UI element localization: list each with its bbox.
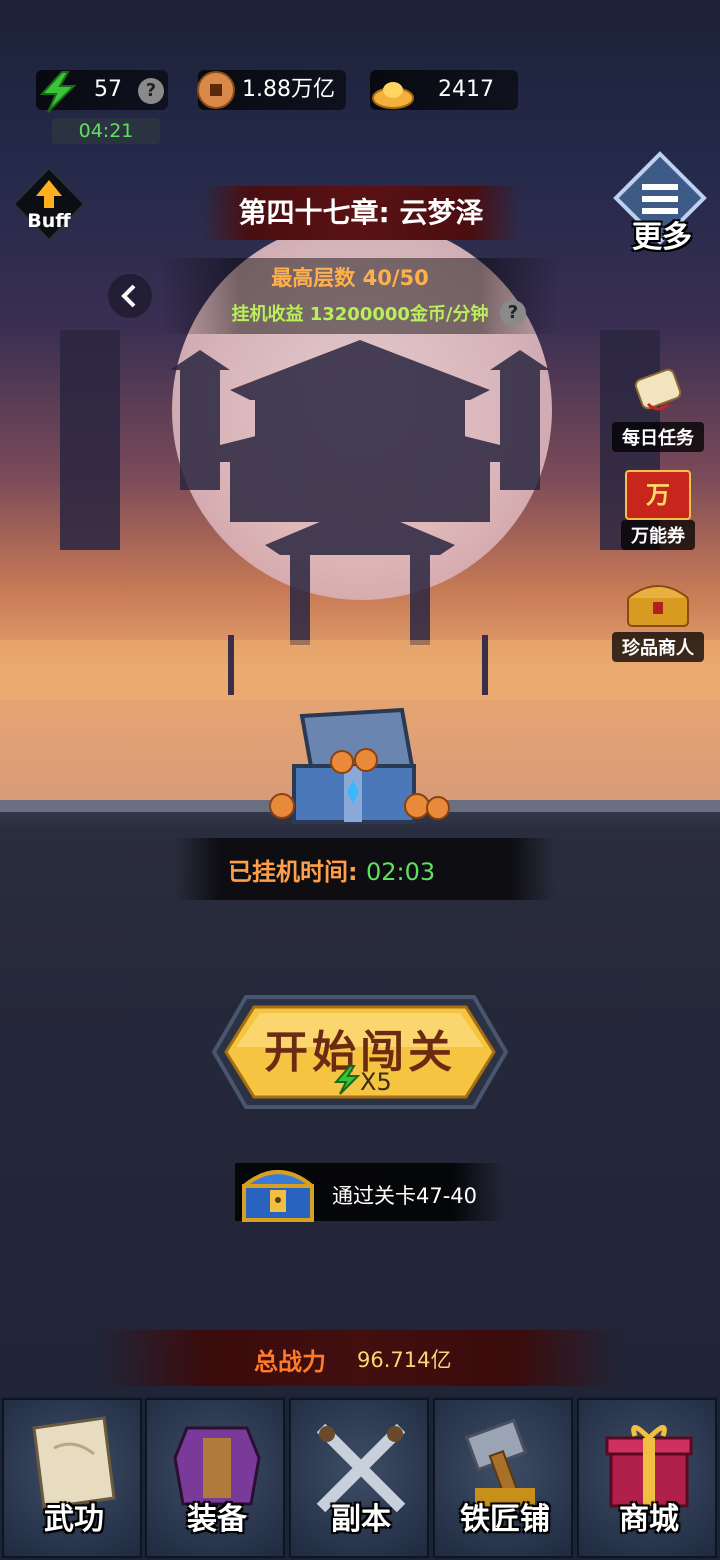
idle-time-label: 已挂机时间: [228, 858, 358, 886]
tab-label: 武功 [44, 1502, 104, 1537]
tab-martial-arts[interactable]: 武功 [2, 1398, 142, 1558]
max-floor-text: 最高层数 40/50 [271, 266, 429, 290]
total-power-label: 总战力 [254, 1348, 326, 1376]
voucher-button[interactable]: 万 万能券 [608, 470, 708, 550]
tab-equipment[interactable]: 装备 [145, 1398, 285, 1558]
idle-time-text: 已挂机时间: 02:03 [228, 852, 435, 887]
tab-dungeon[interactable]: 副本 [289, 1398, 429, 1558]
voucher-icon: 万 [625, 470, 691, 520]
tab-label: 装备 [187, 1502, 247, 1537]
tab-shop[interactable]: 商城 [577, 1398, 717, 1558]
tab-blacksmith[interactable]: 铁匠铺 [433, 1398, 573, 1558]
tab-label: 商城 [619, 1502, 679, 1537]
scroll-icon [634, 368, 682, 411]
chevron-left-icon [121, 284, 136, 308]
treasure-merchant-label: 珍品商人 [612, 632, 704, 662]
tab-label: 铁匠铺 [460, 1502, 550, 1537]
more-button[interactable]: 更多 [612, 150, 708, 255]
idle-reward-chest-icon[interactable] [262, 696, 462, 836]
voucher-label: 万能券 [621, 520, 695, 550]
copper-value: 1.88万亿 [242, 77, 335, 102]
treasure-chest-icon [627, 585, 689, 627]
income-help-icon[interactable]: ? [500, 300, 526, 326]
total-power-value: 96.714亿 [357, 1348, 452, 1372]
daily-task-button[interactable]: 每日任务 [608, 364, 708, 452]
gold-ingot-icon [372, 82, 414, 109]
chapter-title: 第四十七章: 云梦泽 [202, 186, 520, 240]
daily-task-label: 每日任务 [612, 422, 704, 452]
reward-stage-text: 通过关卡47-40 [332, 1184, 478, 1208]
lightning-icon [39, 71, 77, 113]
energy-timer: 04:21 [52, 118, 160, 144]
start-button-cost: X5 [360, 1068, 392, 1096]
buff-button[interactable]: Buff [12, 166, 86, 242]
tab-label: 副本 [331, 1502, 391, 1537]
energy-help-icon[interactable]: ? [138, 78, 164, 104]
gold-value: 2417 [438, 77, 494, 102]
back-arrow-button[interactable] [108, 274, 152, 318]
buff-label: Buff [27, 210, 71, 232]
reward-chest-icon[interactable] [238, 1160, 318, 1224]
more-label: 更多 [632, 220, 692, 255]
idle-time-value: 02:03 [365, 858, 436, 886]
energy-cost-icon [333, 1065, 360, 1095]
treasure-merchant-button[interactable]: 珍品商人 [608, 578, 708, 662]
energy-value: 57 [94, 77, 122, 102]
copper-coin-icon [197, 71, 235, 109]
